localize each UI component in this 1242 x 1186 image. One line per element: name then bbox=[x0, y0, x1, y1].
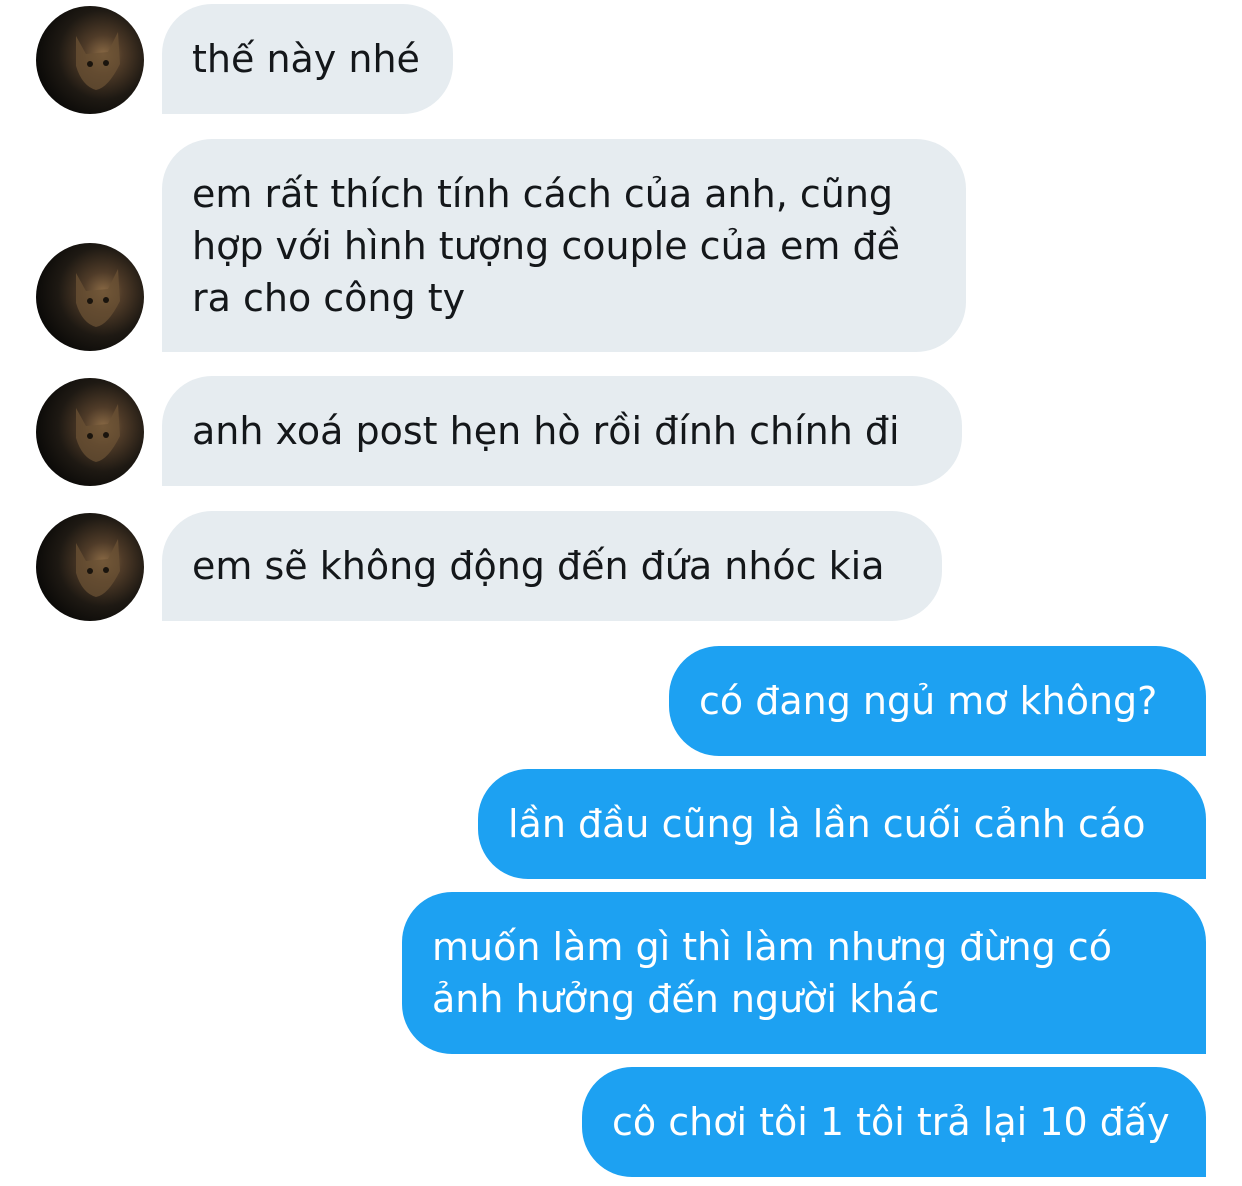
message-text: muốn làm gì thì làm nhưng đừng có ảnh hư… bbox=[432, 925, 1112, 1021]
message-text: em sẽ không động đến đứa nhóc kia bbox=[192, 544, 885, 588]
message-text: em rất thích tính cách của anh, cũng hợp… bbox=[192, 171, 900, 320]
message-bubble-sent[interactable]: muốn làm gì thì làm nhưng đừng có ảnh hư… bbox=[402, 892, 1206, 1054]
message-bubble-received[interactable]: thế này nhé bbox=[162, 4, 453, 114]
cat-avatar-icon[interactable] bbox=[36, 6, 144, 114]
message-text: lần đầu cũng là lần cuối cảnh cáo bbox=[508, 802, 1146, 846]
message-text: anh xoá post hẹn hò rồi đính chính đi bbox=[192, 409, 900, 453]
cat-avatar-icon[interactable] bbox=[36, 243, 144, 351]
message-bubble-received[interactable]: em rất thích tính cách của anh, cũng hợp… bbox=[162, 139, 966, 352]
cat-avatar-icon[interactable] bbox=[36, 378, 144, 486]
message-text: cô chơi tôi 1 tôi trả lại 10 đấy bbox=[612, 1100, 1170, 1144]
message-bubble-received[interactable]: anh xoá post hẹn hò rồi đính chính đi bbox=[162, 376, 962, 486]
message-bubble-received[interactable]: em sẽ không động đến đứa nhóc kia bbox=[162, 511, 942, 621]
message-text: thế này nhé bbox=[192, 37, 420, 81]
message-bubble-sent[interactable]: lần đầu cũng là lần cuối cảnh cáo bbox=[478, 769, 1206, 879]
message-text: có đang ngủ mơ không? bbox=[699, 679, 1158, 723]
message-bubble-sent[interactable]: có đang ngủ mơ không? bbox=[669, 646, 1206, 756]
cat-avatar-icon[interactable] bbox=[36, 513, 144, 621]
message-bubble-sent[interactable]: cô chơi tôi 1 tôi trả lại 10 đấy bbox=[582, 1067, 1206, 1177]
